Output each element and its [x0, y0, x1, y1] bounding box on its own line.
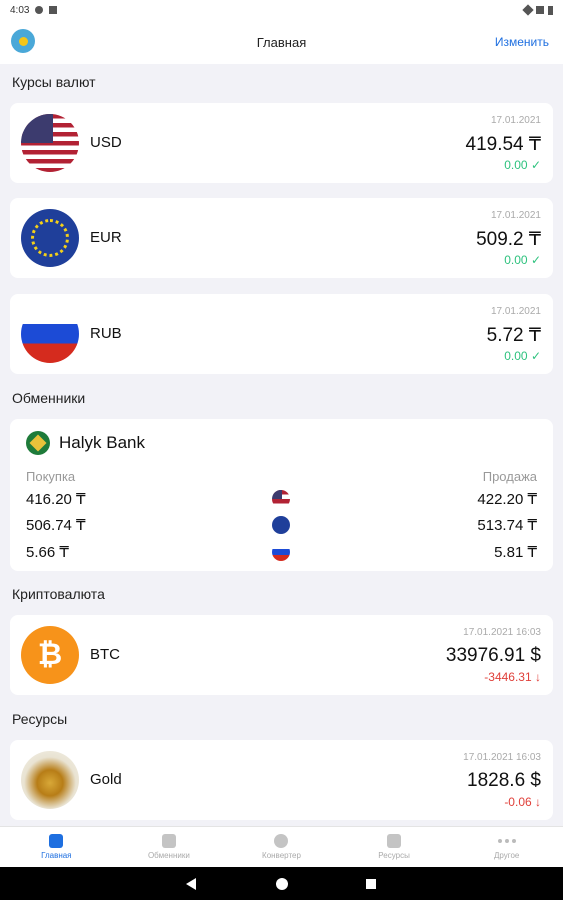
- rate-change: 0.00 ✓: [504, 349, 541, 363]
- rate-value: 509.2 ₸: [476, 229, 541, 250]
- status-bar: 4:03: [0, 0, 563, 20]
- buy-rate-eur: 506.74 ₸: [26, 517, 86, 534]
- rate-change: -0.06 ↓: [504, 795, 541, 809]
- tab-other[interactable]: Другое: [450, 827, 563, 867]
- sell-rate-eur: 513.74 ₸: [477, 517, 537, 534]
- exchange-icon: [161, 834, 176, 848]
- resource-card-gold[interactable]: Gold 17.01.2021 16:03 1828.6 $ -0.06 ↓: [10, 740, 553, 820]
- tab-converter[interactable]: Конвертер: [225, 827, 338, 867]
- rate-date: 17.01.2021 16:03: [463, 752, 541, 763]
- exchanger-card-halyk[interactable]: Halyk Bank Покупка Продажа 416.20 ₸ 422.…: [10, 419, 553, 571]
- tab-exchangers[interactable]: Обменники: [113, 827, 226, 867]
- signal-icon: [536, 6, 544, 14]
- bank-name: Halyk Bank: [59, 433, 145, 452]
- section-title-resources: Ресурсы: [12, 711, 68, 727]
- resource-code: Gold: [90, 771, 122, 788]
- currency-code: EUR: [90, 229, 122, 246]
- wifi-icon: [522, 4, 534, 16]
- rate-change: 0.00 ✓: [504, 158, 541, 172]
- tab-label: Обменники: [147, 851, 190, 860]
- recents-icon[interactable]: [366, 879, 376, 889]
- rate-card-eur[interactable]: EUR 17.01.2021 509.2 ₸ 0.00 ✓: [10, 198, 553, 278]
- currency-code: USD: [90, 134, 122, 151]
- rate-card-usd[interactable]: USD 17.01.2021 419.54 ₸ 0.00 ✓: [10, 103, 553, 183]
- system-navigation-bar: [0, 867, 563, 900]
- tab-label: Ресурсы: [378, 851, 410, 860]
- status-time: 4:03: [10, 4, 30, 16]
- gold-icon: [21, 751, 79, 809]
- us-flag-icon: [21, 114, 79, 172]
- rate-value: 1828.6 $: [467, 770, 541, 791]
- sd-card-status-icon: [49, 6, 58, 14]
- home-circle-icon[interactable]: [276, 878, 288, 890]
- edit-button[interactable]: Изменить: [495, 35, 549, 49]
- top-navbar: Главная Изменить: [0, 20, 563, 64]
- section-title-rates: Курсы валют: [12, 74, 96, 90]
- converter-icon: [274, 834, 289, 848]
- sell-rate-usd: 422.20 ₸: [477, 491, 537, 508]
- tab-label: Главная: [41, 851, 72, 860]
- bottom-tab-bar: Главная Обменники Конвертер Ресурсы Друг…: [0, 826, 563, 867]
- crypto-code: BTC: [90, 646, 120, 663]
- rate-card-rub[interactable]: RUB 17.01.2021 5.72 ₸ 0.00 ✓: [10, 294, 553, 374]
- section-title-exchangers: Обменники: [12, 390, 86, 406]
- back-icon[interactable]: [186, 878, 196, 890]
- bitcoin-icon: ₿: [21, 626, 79, 684]
- rate-date: 17.01.2021: [490, 306, 541, 317]
- buy-column-header: Покупка: [26, 469, 76, 484]
- rate-date: 17.01.2021 16:03: [463, 627, 541, 638]
- eu-flag-icon: [272, 516, 290, 534]
- russia-flag-icon: [21, 305, 79, 363]
- buy-rate-usd: 416.20 ₸: [26, 491, 86, 508]
- tab-home[interactable]: Главная: [0, 827, 113, 867]
- eu-flag-icon: [21, 209, 79, 267]
- rate-change: 0.00 ✓: [504, 253, 541, 267]
- rate-value: 419.54 ₸: [465, 134, 541, 155]
- us-flag-icon: [272, 490, 290, 508]
- rate-change: -3446.31 ↓: [484, 670, 541, 684]
- home-icon: [49, 834, 64, 848]
- rate-value: 33976.91 $: [445, 645, 541, 666]
- rate-date: 17.01.2021: [490, 210, 541, 221]
- sell-column-header: Продажа: [482, 469, 537, 484]
- sell-rate-rub: 5.81 ₸: [494, 544, 537, 561]
- russia-flag-icon: [272, 543, 290, 561]
- tab-label: Конвертер: [262, 851, 301, 860]
- tab-label: Другое: [493, 851, 520, 860]
- tab-resources[interactable]: Ресурсы: [338, 827, 451, 867]
- currency-code: RUB: [90, 325, 122, 342]
- buy-rate-rub: 5.66 ₸: [26, 544, 69, 561]
- more-dots-icon: [497, 834, 516, 848]
- section-title-crypto: Криптовалюта: [12, 586, 105, 602]
- battery-icon: [548, 5, 553, 15]
- resources-icon: [387, 834, 402, 848]
- crypto-card-btc[interactable]: ₿ BTC 17.01.2021 16:03 33976.91 $ -3446.…: [10, 615, 553, 695]
- halyk-bank-logo-icon: [26, 431, 50, 455]
- rate-date: 17.01.2021: [490, 115, 541, 126]
- rate-value: 5.72 ₸: [486, 325, 541, 346]
- page-title: Главная: [256, 34, 307, 50]
- settings-status-icon: [35, 6, 44, 14]
